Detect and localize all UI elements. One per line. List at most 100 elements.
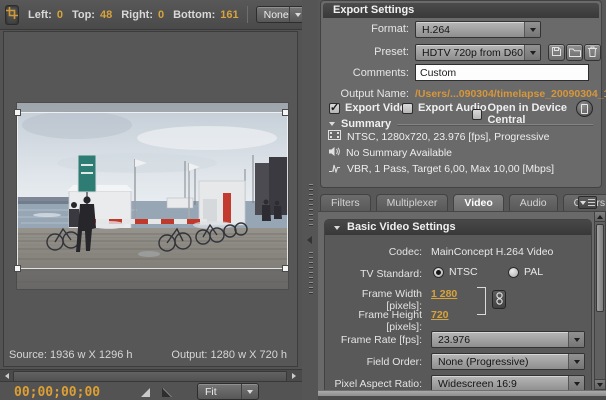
export-settings-pane: Export Settings Format: H.264 Preset: HD… bbox=[318, 0, 606, 400]
pal-label: PAL bbox=[524, 266, 543, 278]
output-name-link[interactable]: /Users/...090304/timelapse_20090304_1.mp… bbox=[415, 88, 606, 100]
collapse-pane-icon[interactable] bbox=[307, 236, 312, 244]
frame-rate-label: Frame Rate [fps]: bbox=[325, 334, 422, 346]
horizontal-scrollbar-thumb[interactable] bbox=[13, 371, 287, 382]
chevron-down-icon bbox=[568, 332, 584, 347]
chevron-down-icon bbox=[241, 384, 258, 399]
output-dimensions: Output: 1280 w X 720 h bbox=[171, 349, 287, 361]
video-tab-content: Basic Video Settings Codec: MainConcept … bbox=[318, 211, 594, 391]
tab-audio[interactable]: Audio bbox=[509, 194, 558, 211]
source-preview-pane: Left: 0 Top: 48 Right: 0 Bottom: 161 Non… bbox=[0, 0, 302, 400]
vertical-scrollbar[interactable] bbox=[594, 211, 606, 390]
crop-top-value[interactable]: 48 bbox=[100, 9, 112, 21]
checkbox-unchecked-icon[interactable] bbox=[402, 103, 413, 114]
crop-left-value[interactable]: 0 bbox=[57, 9, 63, 21]
tv-standard-pal-radio[interactable]: PAL bbox=[508, 266, 543, 278]
format-value: H.264 bbox=[422, 24, 450, 36]
comments-input[interactable]: Custom bbox=[415, 64, 589, 81]
crop-handle-bottom-right[interactable] bbox=[282, 265, 289, 272]
pane-splitter[interactable] bbox=[302, 0, 318, 400]
crop-dim-top bbox=[17, 103, 288, 112]
aspect-link-bracket bbox=[477, 287, 486, 315]
device-central-icon[interactable] bbox=[576, 100, 593, 117]
crop-top-label: Top: bbox=[72, 9, 95, 21]
disclosure-triangle-icon[interactable] bbox=[329, 122, 335, 126]
crop-right-value[interactable]: 0 bbox=[158, 9, 164, 21]
scroll-left-icon[interactable] bbox=[1, 371, 13, 380]
radio-selected-icon[interactable] bbox=[433, 267, 444, 278]
summary-bitrate-text: VBR, 1 Pass, Target 6,00, Max 10,00 [Mbp… bbox=[347, 163, 554, 175]
current-timecode[interactable]: 00;00;00;00 bbox=[14, 385, 100, 400]
tab-video[interactable]: Video bbox=[453, 194, 503, 211]
chevron-down-icon bbox=[568, 376, 584, 391]
crop-right-label: Right: bbox=[121, 9, 153, 21]
field-order-dropdown[interactable]: None (Progressive) bbox=[431, 353, 585, 370]
preset-dropdown[interactable]: HDTV 720p from D60 bbox=[415, 44, 541, 61]
summary-title: Summary bbox=[341, 118, 391, 130]
crop-handle-top-right[interactable] bbox=[282, 109, 289, 116]
frame-width-value[interactable]: 1 280 bbox=[431, 288, 457, 300]
scroll-right-icon[interactable] bbox=[288, 371, 300, 380]
import-preset-button[interactable] bbox=[566, 44, 583, 61]
codec-label: Codec: bbox=[325, 246, 422, 258]
horizontal-scrollbar[interactable] bbox=[0, 369, 302, 382]
format-dropdown[interactable]: H.264 bbox=[415, 21, 541, 38]
tv-standard-ntsc-radio[interactable]: NTSC bbox=[433, 266, 478, 278]
summary-audio-row: No Summary Available bbox=[328, 146, 452, 160]
crop-icon bbox=[6, 7, 18, 22]
speaker-icon bbox=[328, 146, 340, 160]
tv-standard-label: TV Standard: bbox=[325, 268, 422, 280]
chevron-down-icon bbox=[580, 201, 586, 205]
crop-handle-bottom-left[interactable] bbox=[14, 265, 21, 272]
basic-video-settings-title: Basic Video Settings bbox=[347, 221, 456, 233]
scroll-up-icon[interactable] bbox=[595, 212, 605, 222]
crop-proportions-dropdown[interactable]: None bbox=[256, 6, 307, 23]
disclosure-triangle-icon[interactable] bbox=[334, 226, 340, 230]
crop-handle-top-left[interactable] bbox=[14, 109, 21, 116]
basic-video-settings-panel: Basic Video Settings Codec: MainConcept … bbox=[324, 219, 592, 391]
zoom-level-dropdown[interactable]: Fit bbox=[197, 383, 259, 400]
checkbox-unchecked-icon[interactable] bbox=[472, 109, 482, 120]
frame-height-label: Frame Height [pixels]: bbox=[325, 309, 422, 333]
export-video-checkbox[interactable]: Export Video bbox=[329, 102, 413, 114]
checkbox-checked-icon[interactable] bbox=[329, 103, 340, 114]
summary-video-text: NTSC, 1280x720, 23.976 [fps], Progressiv… bbox=[347, 131, 550, 143]
frame-height-value[interactable]: 720 bbox=[431, 309, 449, 321]
summary-section-header[interactable]: Summary bbox=[329, 118, 391, 130]
summary-audio-text: No Summary Available bbox=[346, 147, 452, 159]
panel-menu-button[interactable] bbox=[578, 196, 597, 209]
field-order-value: None (Progressive) bbox=[438, 356, 528, 368]
frame-rate-dropdown[interactable]: 23.976 bbox=[431, 331, 585, 348]
bottom-gap bbox=[318, 396, 606, 400]
comments-label: Comments: bbox=[321, 67, 409, 79]
field-order-label: Field Order: bbox=[325, 356, 422, 368]
splitter-grip[interactable] bbox=[309, 184, 313, 228]
format-label: Format: bbox=[321, 23, 409, 35]
frame-rate-value: 23.976 bbox=[438, 334, 470, 346]
toolbar-divider bbox=[247, 6, 248, 23]
splitter-grip[interactable] bbox=[309, 252, 313, 296]
export-settings-window: Left: 0 Top: 48 Right: 0 Bottom: 161 Non… bbox=[0, 0, 606, 400]
crop-left-label: Left: bbox=[28, 9, 52, 21]
tab-multiplexer[interactable]: Multiplexer bbox=[376, 194, 449, 211]
save-preset-button[interactable] bbox=[548, 44, 565, 61]
radio-unselected-icon[interactable] bbox=[508, 267, 519, 278]
summary-video-row: NTSC, 1280x720, 23.976 [fps], Progressiv… bbox=[328, 130, 550, 143]
output-name-label: Output Name: bbox=[321, 88, 409, 100]
preset-label: Preset: bbox=[321, 46, 409, 58]
crop-frame[interactable] bbox=[17, 112, 288, 269]
set-in-point-icon[interactable] bbox=[141, 388, 150, 397]
set-out-point-icon[interactable] bbox=[162, 388, 171, 397]
link-dimensions-toggle[interactable] bbox=[492, 290, 506, 309]
export-settings-panel: Export Settings Format: H.264 Preset: HD… bbox=[320, 0, 602, 188]
scroll-down-icon[interactable] bbox=[595, 379, 605, 389]
summary-divider bbox=[397, 124, 593, 125]
delete-preset-button[interactable] bbox=[584, 44, 601, 61]
basic-video-settings-header[interactable]: Basic Video Settings bbox=[325, 220, 591, 235]
device-glyph bbox=[581, 104, 588, 114]
crop-tool-button[interactable] bbox=[5, 5, 19, 25]
vertical-scrollbar-thumb[interactable] bbox=[596, 224, 604, 312]
ntsc-label: NTSC bbox=[449, 266, 478, 278]
tab-filters[interactable]: Filters bbox=[320, 194, 371, 211]
crop-bottom-value[interactable]: 161 bbox=[220, 9, 238, 21]
